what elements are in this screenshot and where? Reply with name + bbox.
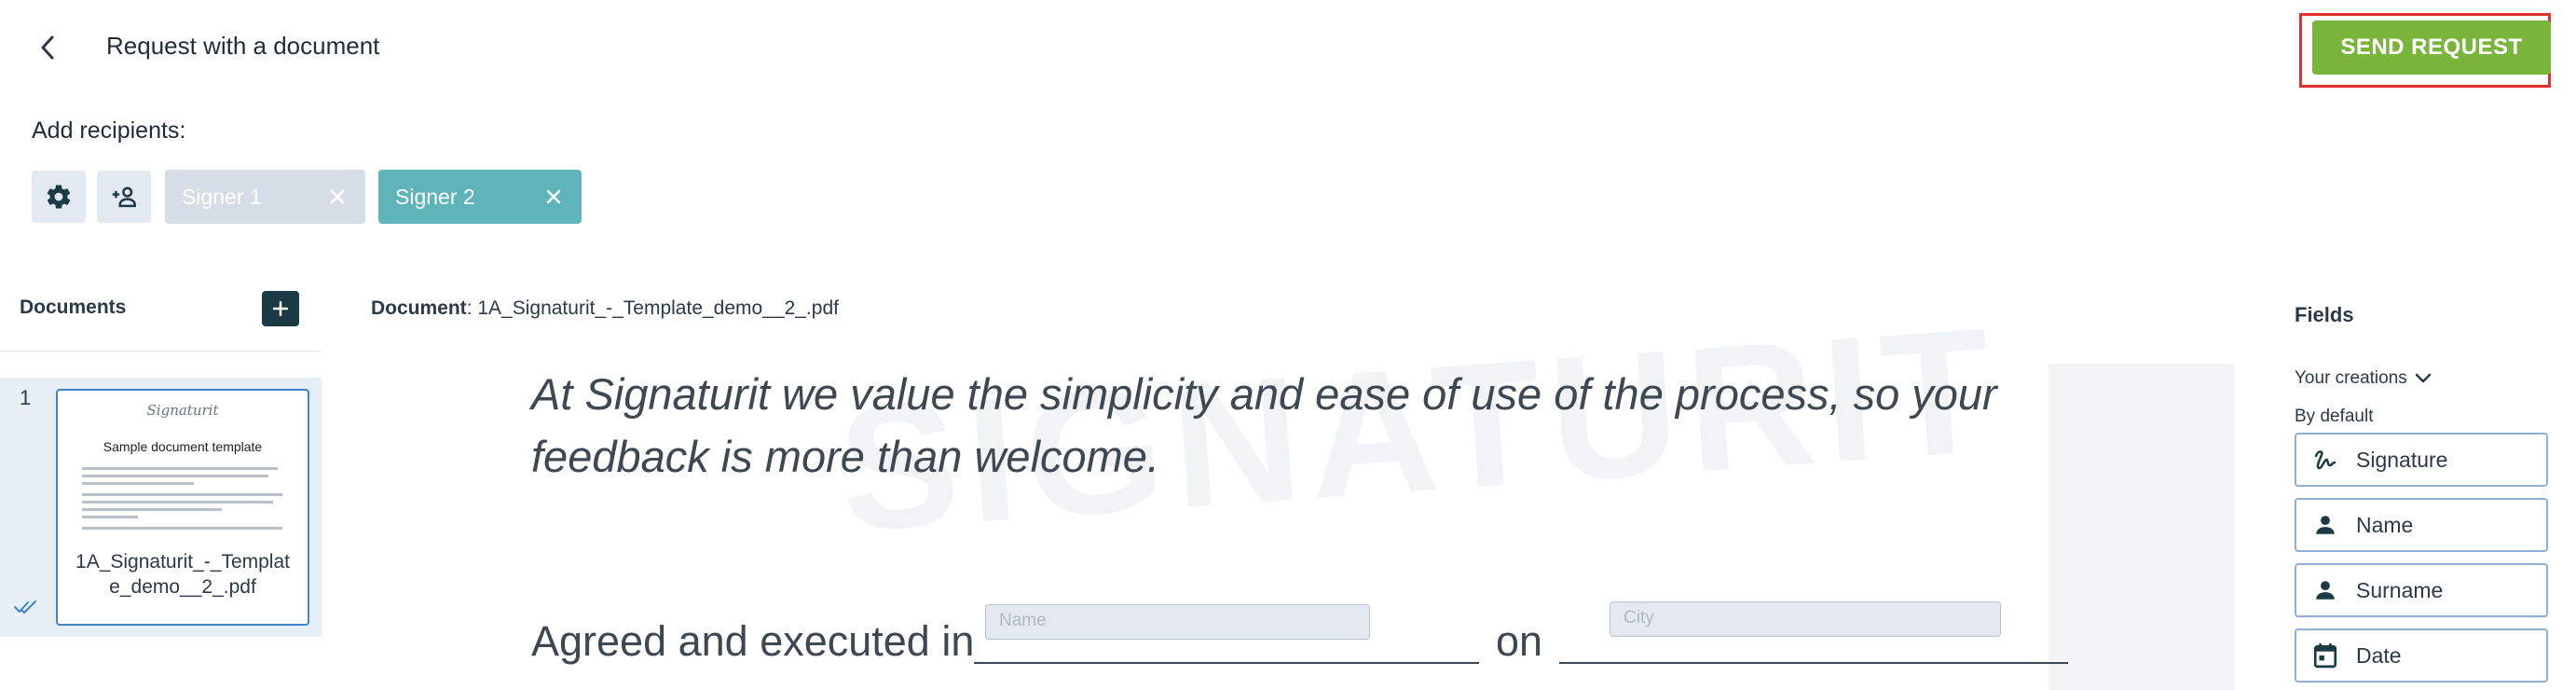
signature-icon bbox=[2311, 446, 2339, 474]
date-field-label: Date bbox=[2356, 642, 2402, 668]
thumbnail-text-line bbox=[82, 516, 138, 518]
close-icon bbox=[546, 189, 561, 204]
recipient-settings-button[interactable] bbox=[32, 171, 86, 223]
person-icon bbox=[2311, 576, 2339, 604]
signer-2-label: Signer 2 bbox=[395, 184, 475, 209]
thumbnail-text-line bbox=[82, 482, 194, 485]
chevron-left-icon bbox=[41, 35, 54, 60]
document-checked-icon bbox=[13, 597, 43, 617]
close-icon bbox=[330, 189, 345, 204]
on-text: on bbox=[1496, 617, 1543, 665]
documents-divider bbox=[0, 351, 322, 352]
thumbnail-text-line bbox=[82, 501, 273, 504]
person-icon bbox=[2311, 511, 2339, 539]
back-button[interactable] bbox=[24, 24, 71, 71]
add-document-button[interactable] bbox=[262, 291, 299, 326]
name-field-placeholder[interactable]: Name bbox=[985, 604, 1370, 640]
signer-1-chip[interactable]: Signer 1 bbox=[165, 170, 365, 224]
document-paragraph: At Signaturit we value the simplicity an… bbox=[531, 369, 1997, 481]
send-request-button[interactable]: SEND REQUEST bbox=[2312, 21, 2551, 75]
city-field-placeholder[interactable]: City bbox=[1610, 601, 2001, 637]
document-index: 1 bbox=[20, 386, 32, 409]
add-recipients-label: Add recipients: bbox=[32, 117, 186, 144]
location-underline bbox=[974, 662, 1479, 664]
name-field-button[interactable]: Name bbox=[2295, 498, 2548, 552]
page-title: Request with a document bbox=[106, 32, 380, 60]
document-thumbnail[interactable]: Signaturit Sample document template 1A_S… bbox=[56, 389, 309, 626]
document-caption-label: Document bbox=[371, 297, 467, 319]
signer-2-chip[interactable]: Signer 2 bbox=[378, 170, 582, 224]
document-caption: Document: 1A_Signaturit_-_Template_demo_… bbox=[371, 297, 839, 320]
signer-1-label: Signer 1 bbox=[182, 184, 262, 209]
remove-signer-1-button[interactable] bbox=[326, 186, 349, 208]
thumbnail-text-line bbox=[82, 508, 222, 511]
calendar-icon bbox=[2311, 642, 2339, 669]
by-default-label: By default bbox=[2295, 407, 2374, 426]
add-recipient-button[interactable] bbox=[97, 171, 151, 223]
thumbnail-logo: Signaturit bbox=[146, 402, 219, 419]
thumbnail-text-line bbox=[82, 527, 282, 530]
remove-signer-2-button[interactable] bbox=[542, 186, 565, 208]
name-field-label: Name bbox=[2356, 512, 2414, 537]
your-creations-label: Your creations bbox=[2295, 368, 2407, 388]
signature-field-label: Signature bbox=[2356, 447, 2448, 472]
thumbnail-text-line bbox=[82, 475, 268, 477]
surname-field-label: Surname bbox=[2356, 577, 2444, 602]
add-person-icon bbox=[112, 186, 136, 208]
signature-field-button[interactable]: Signature bbox=[2295, 433, 2548, 487]
thumbnail-title: Sample document template bbox=[103, 439, 263, 454]
agreed-text: Agreed and executed in bbox=[531, 617, 975, 665]
chevron-down-icon bbox=[2415, 373, 2432, 383]
plus-icon bbox=[272, 300, 289, 317]
gear-icon bbox=[47, 185, 71, 209]
thumbnail-text-line bbox=[82, 493, 282, 496]
document-name: 1A_Signaturit_-_Template_demo__2_.pdf bbox=[75, 551, 290, 598]
documents-label: Documents bbox=[20, 297, 127, 318]
surname-field-button[interactable]: Surname bbox=[2295, 563, 2548, 617]
thumbnail-text-line bbox=[82, 467, 278, 470]
date-underline bbox=[1559, 662, 2068, 664]
your-creations-dropdown[interactable]: Your creations bbox=[2295, 368, 2432, 389]
date-field-button[interactable]: Date bbox=[2295, 628, 2548, 683]
fields-title: Fields bbox=[2295, 303, 2354, 326]
document-caption-file: : 1A_Signaturit_-_Template_demo__2_.pdf bbox=[466, 297, 839, 319]
